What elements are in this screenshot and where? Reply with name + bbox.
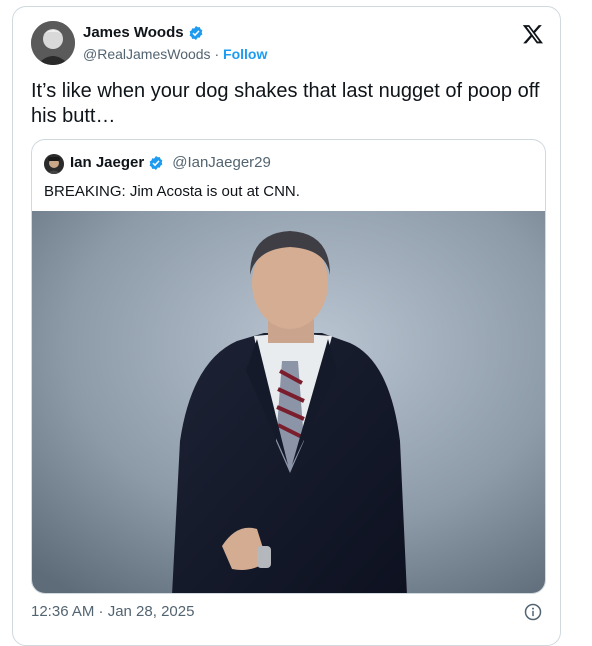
follow-link[interactable]: Follow [223,46,267,62]
quoted-author: Ian Jaeger @IanJaeger29 [70,154,271,171]
quoted-tweet-text: BREAKING: Jim Acosta is out at CNN. [44,183,300,200]
quoted-author-name[interactable]: Ian Jaeger [70,154,144,171]
author-name-text[interactable]: James Woods [83,24,184,41]
tweet-text: It’s like when your dog shakes that last… [31,80,540,127]
x-logo-icon[interactable] [522,23,544,45]
quoted-tweet-photo[interactable] [32,211,546,594]
verified-badge-icon [149,155,163,170]
tweet-timestamp[interactable]: 12:36 AM · Jan 28, 2025 [31,603,194,620]
author-handle-line: @RealJamesWoods · Follow [83,46,267,62]
info-icon[interactable] [524,603,542,621]
separator: · [214,46,220,62]
tweet-card: James Woods @RealJamesWoods · Follow It’… [12,6,561,646]
quoted-author-handle[interactable]: @IanJaeger29 [172,154,271,171]
verified-badge-icon [189,25,202,40]
quoted-tweet[interactable]: Ian Jaeger @IanJaeger29 BREAKING: Jim Ac… [31,139,546,594]
author-name[interactable]: James Woods [83,24,204,41]
quoted-author-avatar[interactable] [44,154,64,174]
author-avatar[interactable] [31,21,75,65]
author-handle[interactable]: @RealJamesWoods [83,46,211,62]
